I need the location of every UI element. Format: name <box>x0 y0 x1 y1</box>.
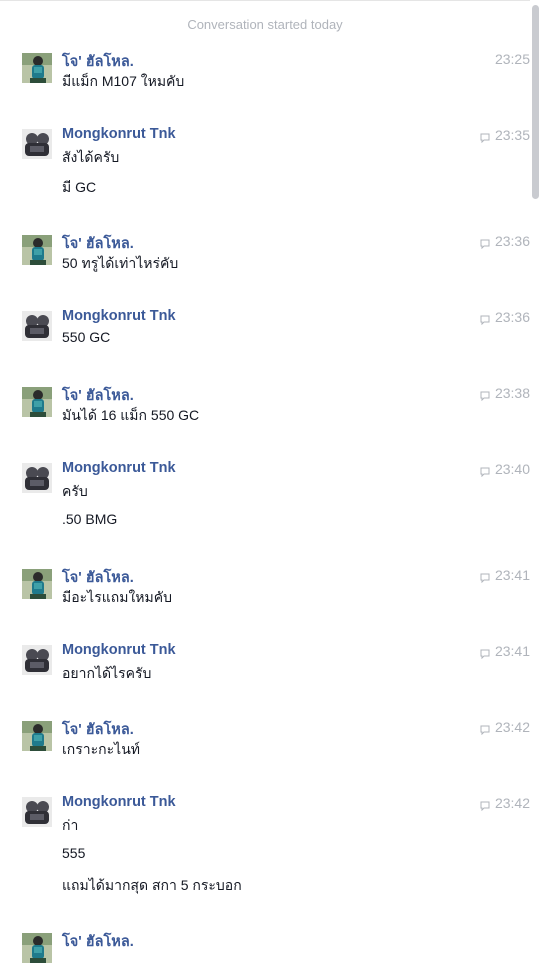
message-bubble-icon <box>480 464 490 478</box>
sender-name[interactable]: โจ' ฮัลโหล. <box>62 930 134 953</box>
message-bubble-icon <box>480 570 490 584</box>
message-timestamp: 23:42 <box>480 719 530 736</box>
top-border <box>0 0 530 1</box>
message-text: มี GC <box>62 179 97 195</box>
avatar[interactable] <box>22 387 52 417</box>
message-text: อยากได้ไรครับ <box>62 665 152 681</box>
scrollbar-thumb[interactable] <box>532 5 539 199</box>
sender-name[interactable]: โจ' ฮัลโหล. <box>62 718 134 741</box>
scrollbar[interactable] <box>530 0 541 726</box>
message-text: สังได้ครับ <box>62 149 120 165</box>
sender-name[interactable]: Mongkonrut Tnk <box>62 126 176 142</box>
timestamp-text: 23:35 <box>494 127 530 143</box>
message-text: 550 GC <box>62 329 111 345</box>
timestamp-text: 23:40 <box>494 461 530 477</box>
avatar[interactable] <box>22 311 52 341</box>
message-bubble-icon <box>480 236 490 250</box>
message-bubble-icon <box>480 646 490 660</box>
message-text: .50 BMG <box>62 511 118 527</box>
conversation-start-divider: Conversation started today <box>187 17 343 32</box>
message-timestamp: 23:25 <box>495 51 530 67</box>
message-text: 50 ทรูได้เท่าไหร่คับ <box>62 255 179 271</box>
sender-name[interactable]: Mongkonrut Tnk <box>62 794 176 810</box>
timestamp-text: 23:42 <box>494 719 530 735</box>
message-timestamp: 23:38 <box>480 385 530 402</box>
message-text: มีแม็ก M107 ใหมคับ <box>62 73 185 89</box>
avatar[interactable] <box>22 933 52 963</box>
sender-name[interactable]: โจ' ฮัลโหล. <box>62 232 134 255</box>
timestamp-text: 23:41 <box>494 643 530 659</box>
message-timestamp: 23:36 <box>480 233 530 250</box>
avatar[interactable] <box>22 53 52 83</box>
message-text: ครับ <box>62 483 88 499</box>
sender-name[interactable]: Mongkonrut Tnk <box>62 642 176 658</box>
message-bubble-icon <box>480 798 490 812</box>
avatar[interactable] <box>22 797 52 827</box>
sender-name[interactable]: โจ' ฮัลโหล. <box>62 566 134 589</box>
avatar[interactable] <box>22 129 52 159</box>
message-timestamp: 23:41 <box>480 643 530 660</box>
timestamp-text: 23:41 <box>494 567 530 583</box>
avatar[interactable] <box>22 235 52 265</box>
message-bubble-icon <box>480 722 490 736</box>
message-text: เกราะกะไนท์ <box>62 741 140 757</box>
message-text: ก่า <box>62 817 79 833</box>
sender-name[interactable]: Mongkonrut Tnk <box>62 460 176 476</box>
message-timestamp: 23:35 <box>480 127 530 144</box>
avatar[interactable] <box>22 645 52 675</box>
message-timestamp: 23:42 <box>480 795 530 812</box>
message-text: มีอะไรแถมใหมคับ <box>62 589 172 605</box>
message-text: 555 <box>62 845 86 861</box>
sender-name[interactable]: Mongkonrut Tnk <box>62 308 176 324</box>
timestamp-text: 23:36 <box>494 309 530 325</box>
message-bubble-icon <box>480 312 490 326</box>
message-bubble-icon <box>480 130 490 144</box>
avatar[interactable] <box>22 569 52 599</box>
timestamp-text: 23:38 <box>494 385 530 401</box>
message-text: แถมได้มากสุด สกา 5 กระบอก <box>62 877 242 893</box>
sender-name[interactable]: โจ' ฮัลโหล. <box>62 50 134 73</box>
timestamp-text: 23:36 <box>494 233 530 249</box>
sender-name[interactable]: โจ' ฮัลโหล. <box>62 384 134 407</box>
message-bubble-icon <box>480 388 490 402</box>
timestamp-text: 23:25 <box>494 51 530 67</box>
avatar[interactable] <box>22 463 52 493</box>
timestamp-text: 23:42 <box>494 795 530 811</box>
message-text: มันได้ 16 แม็ก 550 GC <box>62 407 200 423</box>
message-timestamp: 23:41 <box>480 567 530 584</box>
message-timestamp: 23:40 <box>480 461 530 478</box>
message-timestamp: 23:36 <box>480 309 530 326</box>
